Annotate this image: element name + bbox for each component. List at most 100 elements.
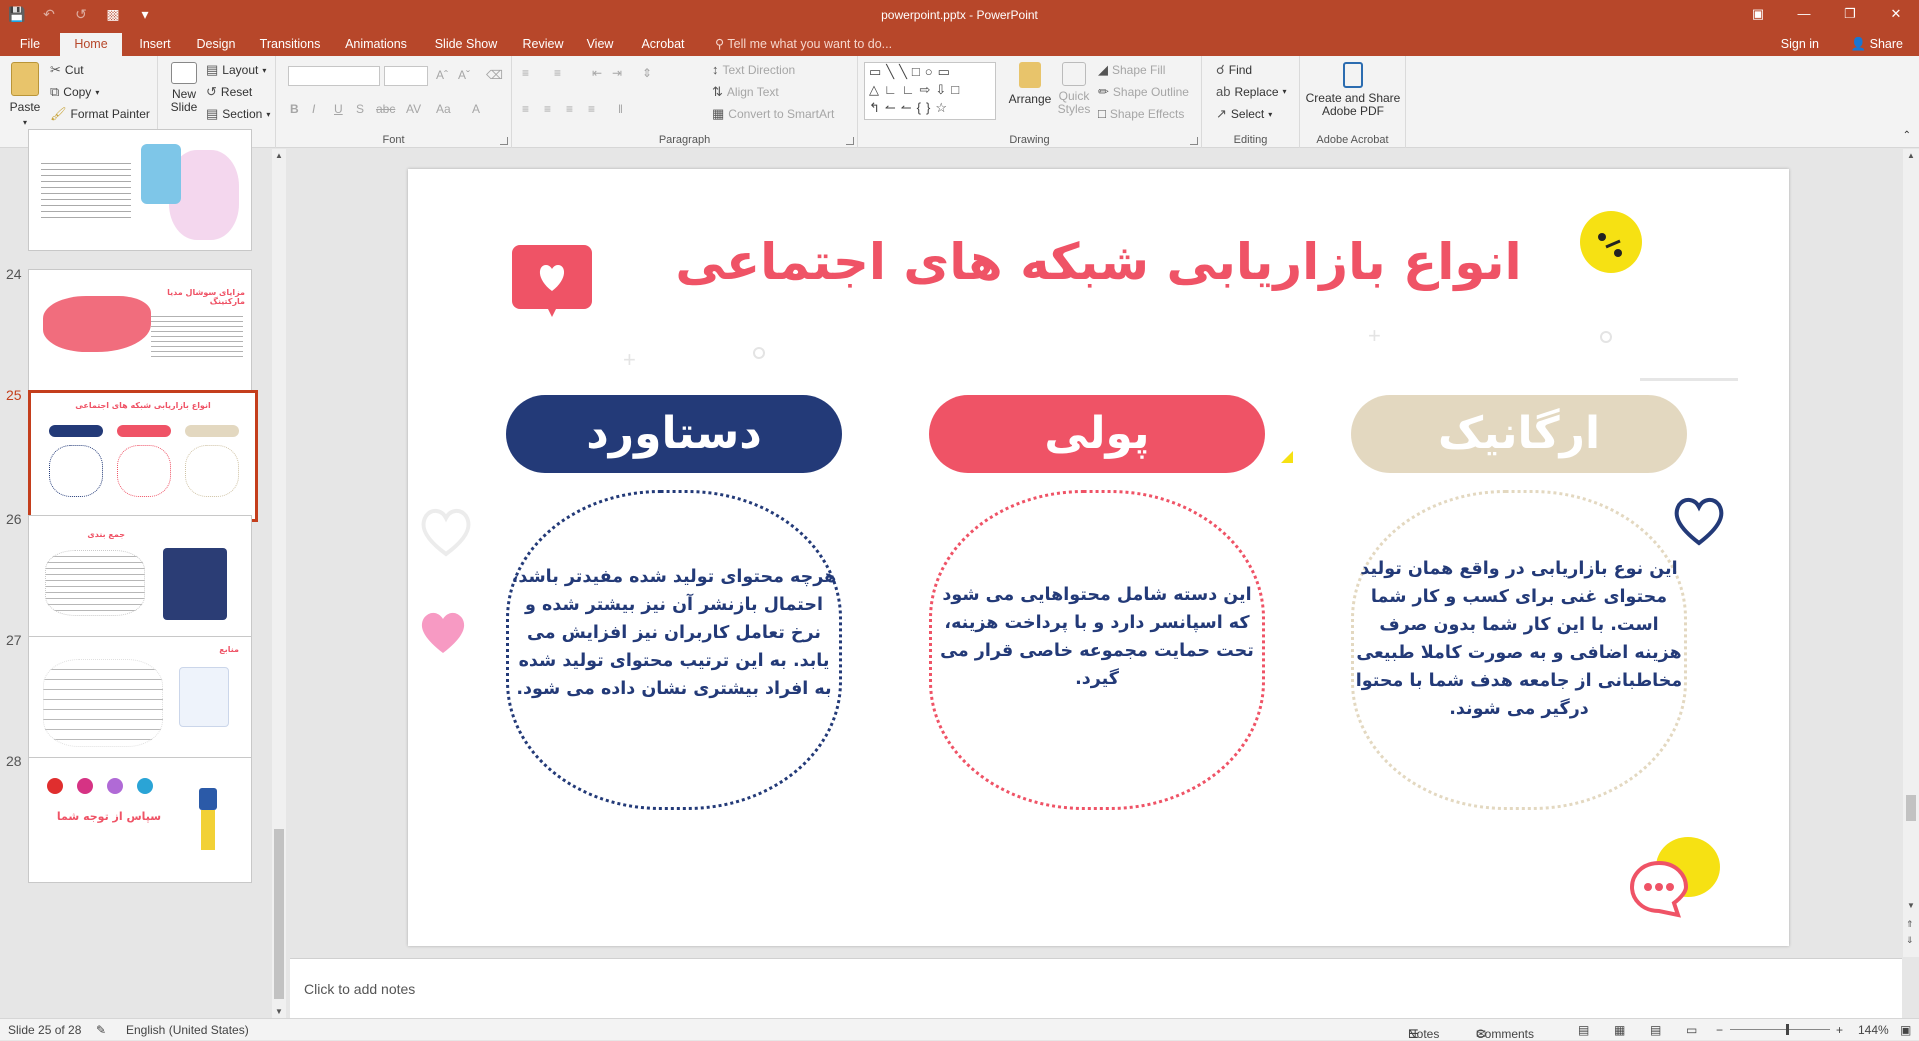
bold-icon[interactable]: B xyxy=(290,102,299,116)
scroll-down-icon[interactable]: ▼ xyxy=(1907,901,1915,910)
category-pill-organic[interactable]: ارگانیک xyxy=(1351,395,1687,473)
description-text[interactable]: این نوع بازاریابی در واقع همان تولید محت… xyxy=(1351,555,1687,723)
quick-styles-button[interactable]: Quick Styles xyxy=(1054,62,1094,116)
spell-check-icon[interactable]: ✎ xyxy=(96,1023,106,1037)
zoom-slider[interactable] xyxy=(1730,1029,1830,1030)
slide-show-icon[interactable]: ▭ xyxy=(1686,1023,1697,1037)
slide-scrollbar[interactable]: ▲ ▼ ⇑ ⇓ xyxy=(1903,149,1919,957)
justify-icon[interactable]: ≡ xyxy=(588,102,595,116)
tab-transitions[interactable]: Transitions xyxy=(252,33,328,56)
tab-insert[interactable]: Insert xyxy=(130,33,180,56)
arrange-button[interactable]: Arrange xyxy=(1008,62,1052,106)
clear-formatting-icon[interactable]: ⌫ xyxy=(486,68,503,82)
thumbnail-scrollbar[interactable]: ▲ ▼ xyxy=(272,149,286,1018)
tab-home[interactable]: Home xyxy=(60,33,122,56)
description-text[interactable]: هرچه محتوای تولید شده مفیدتر باشد، احتما… xyxy=(506,563,842,703)
sign-in-link[interactable]: Sign in xyxy=(1781,33,1819,56)
thumbnail-slide-27[interactable]: منابع xyxy=(28,636,252,762)
collapse-ribbon-icon[interactable]: ⌃ xyxy=(1903,130,1911,141)
ribbon-display-options-icon[interactable]: ▣ xyxy=(1735,0,1781,30)
new-slide-button[interactable]: New Slide xyxy=(166,62,202,114)
shadow-icon[interactable]: S xyxy=(356,102,364,116)
convert-smartart-button[interactable]: ▦ Convert to SmartArt xyxy=(712,106,834,122)
thumbnail-slide-24[interactable]: مزایای سوشال مدیا مارکتینگ xyxy=(28,269,252,395)
shape-outline-button[interactable]: ✏ Shape Outline xyxy=(1098,84,1189,100)
copy-button[interactable]: ⧉ Copy ▾ xyxy=(50,84,99,100)
notes-pane[interactable]: Click to add notes xyxy=(290,958,1902,1018)
paste-button[interactable]: Paste ▾ xyxy=(8,62,42,127)
tab-design[interactable]: Design xyxy=(188,33,244,56)
bullets-icon[interactable]: ≡ xyxy=(522,66,529,80)
numbering-icon[interactable]: ≡ xyxy=(554,66,561,80)
layout-button[interactable]: ▤ Layout ▾ xyxy=(206,62,266,78)
thumbnail-slide-28[interactable]: سپاس از توجه شما xyxy=(28,757,252,883)
shape-fill-button[interactable]: ◢ Shape Fill xyxy=(1098,62,1165,78)
strikethrough-icon[interactable]: abc xyxy=(376,102,395,116)
zoom-level[interactable]: 144% xyxy=(1858,1023,1889,1037)
restore-icon[interactable]: ❐ xyxy=(1827,0,1873,30)
align-right-icon[interactable]: ≡ xyxy=(566,102,573,116)
tab-slide-show[interactable]: Slide Show xyxy=(424,33,508,56)
select-button[interactable]: ↗ Select ▾ xyxy=(1216,106,1272,122)
decrease-indent-icon[interactable]: ⇤ xyxy=(592,66,602,80)
align-left-icon[interactable]: ≡ xyxy=(522,102,529,116)
change-case-icon[interactable]: Aa xyxy=(436,102,451,116)
reset-button[interactable]: ↺ Reset xyxy=(206,84,252,100)
slide-canvas[interactable]: + + انواع بازاریابی شبکه های اجتماعی دست… xyxy=(408,169,1789,946)
scroll-up-icon[interactable]: ▲ xyxy=(275,151,283,160)
reading-view-icon[interactable]: ▤ xyxy=(1650,1023,1661,1037)
share-button[interactable]: 👤 Share xyxy=(1851,33,1903,56)
find-button[interactable]: ☌ Find xyxy=(1216,62,1252,78)
language-indicator[interactable]: English (United States) xyxy=(126,1023,249,1037)
section-button[interactable]: ▤ Section ▾ xyxy=(206,106,270,122)
increase-indent-icon[interactable]: ⇥ xyxy=(612,66,622,80)
font-color-icon[interactable]: A xyxy=(472,102,480,116)
underline-icon[interactable]: U xyxy=(334,102,343,116)
slide-sorter-icon[interactable]: ▦ xyxy=(1614,1023,1625,1037)
font-launcher-icon[interactable] xyxy=(500,137,508,145)
previous-slide-icon[interactable]: ⇑ xyxy=(1906,919,1914,930)
create-share-pdf-button[interactable]: Create and Share Adobe PDF xyxy=(1304,62,1402,118)
format-painter-button[interactable]: 🖌 Format Painter xyxy=(50,106,150,122)
shapes-gallery[interactable]: ▭╲╲□○▭ △∟∟⇨⇩□ ↰↼↼{}☆ xyxy=(864,62,996,120)
zoom-in-icon[interactable]: + xyxy=(1836,1023,1843,1037)
italic-icon[interactable]: I xyxy=(312,102,315,116)
tab-view[interactable]: View xyxy=(578,33,622,56)
replace-button[interactable]: ab Replace ▾ xyxy=(1216,84,1287,99)
line-spacing-icon[interactable]: ⇕ xyxy=(642,66,652,80)
description-text[interactable]: این دسته شامل محتواهایی می شود که اسپانس… xyxy=(929,581,1265,693)
thumbnail-slide-25[interactable]: انواع بازاریابی شبکه های اجتماعی xyxy=(28,390,258,522)
shape-effects-button[interactable]: □ Shape Effects xyxy=(1098,106,1184,121)
thumbnail-scroll-thumb[interactable] xyxy=(274,829,284,999)
next-slide-icon[interactable]: ⇓ xyxy=(1906,935,1914,946)
text-direction-button[interactable]: ↕ Text Direction xyxy=(712,62,795,77)
decrease-font-size-icon[interactable]: Aˇ xyxy=(458,68,470,82)
tab-acrobat[interactable]: Acrobat xyxy=(630,33,696,56)
tab-file[interactable]: File xyxy=(8,33,52,56)
tab-review[interactable]: Review xyxy=(516,33,570,56)
paragraph-launcher-icon[interactable] xyxy=(846,137,854,145)
category-pill-paid[interactable]: پولی xyxy=(929,395,1265,473)
font-name-combobox[interactable] xyxy=(288,66,380,86)
increase-font-size-icon[interactable]: Aˆ xyxy=(436,68,448,82)
drawing-launcher-icon[interactable] xyxy=(1190,137,1198,145)
scroll-up-icon[interactable]: ▲ xyxy=(1907,151,1915,160)
zoom-slider-thumb[interactable] xyxy=(1786,1024,1789,1035)
slide-scroll-thumb[interactable] xyxy=(1906,795,1916,821)
thumbnail-slide-26[interactable]: جمع بندی xyxy=(28,515,252,641)
fit-slide-icon[interactable]: ▣ xyxy=(1900,1023,1911,1037)
slide-title[interactable]: انواع بازاریابی شبکه های اجتماعی xyxy=(408,233,1789,291)
cut-button[interactable]: ✂ Cut xyxy=(50,62,84,78)
close-icon[interactable]: ✕ xyxy=(1873,0,1919,30)
character-spacing-icon[interactable]: AV xyxy=(406,102,421,116)
normal-view-icon[interactable]: ▤ xyxy=(1578,1023,1589,1037)
tell-me-search[interactable]: ⚲ Tell me what you want to do... xyxy=(715,33,892,56)
category-pill-achievement[interactable]: دستاورد xyxy=(506,395,842,473)
font-size-combobox[interactable] xyxy=(384,66,428,86)
tab-animations[interactable]: Animations xyxy=(336,33,416,56)
thumbnail-slide-23[interactable] xyxy=(28,129,252,251)
minimize-icon[interactable]: — xyxy=(1781,0,1827,30)
align-text-button[interactable]: ⇅ Align Text xyxy=(712,84,779,100)
align-center-icon[interactable]: ≡ xyxy=(544,102,551,116)
scroll-down-icon[interactable]: ▼ xyxy=(275,1007,283,1016)
